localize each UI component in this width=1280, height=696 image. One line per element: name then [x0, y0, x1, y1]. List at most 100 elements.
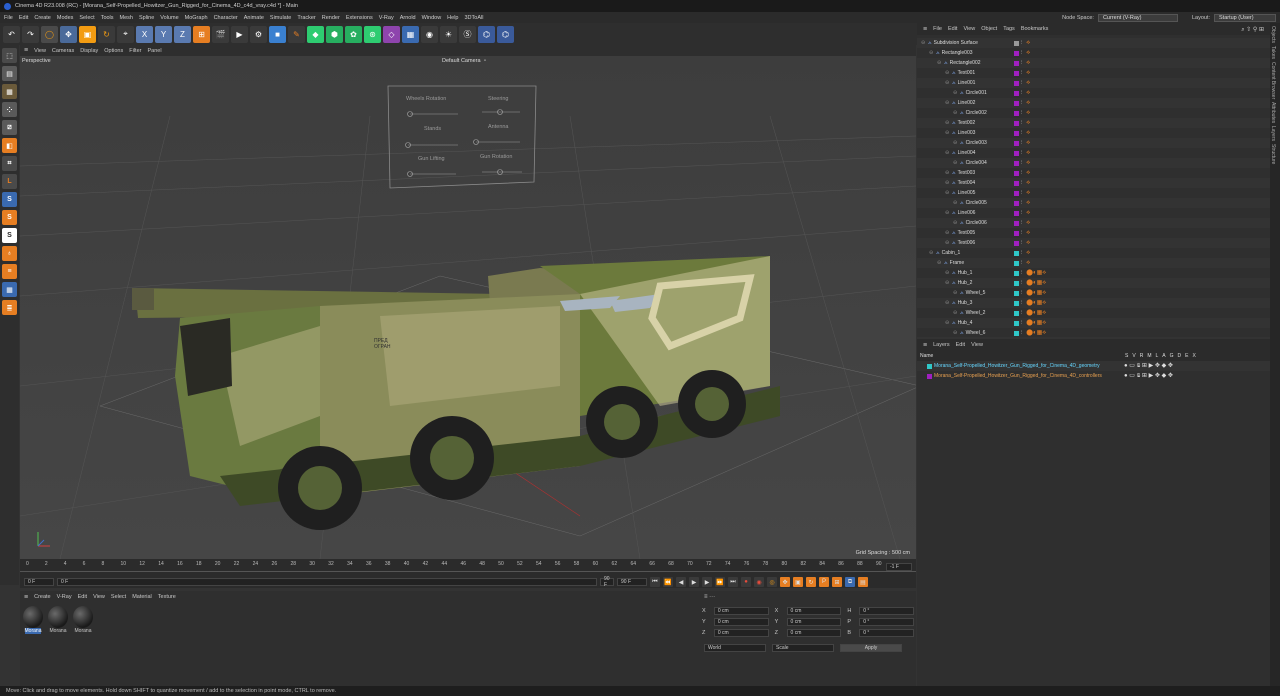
material-menu-v-ray[interactable]: V-Ray: [57, 594, 72, 600]
object-tag-icon[interactable]: ⬤◐▦⟡: [1026, 269, 1046, 277]
layer-flag-icons[interactable]: ● ▭ ⟃ ⊞ ▶ ✥ ◆ ✥: [1124, 372, 1173, 380]
visibility-dots-icon[interactable]: ⁝: [1021, 230, 1023, 236]
layer-color-swatch[interactable]: [1013, 250, 1019, 256]
layer-color-swatch[interactable]: [1013, 170, 1019, 176]
visibility-dots-icon[interactable]: ⁝: [1021, 140, 1023, 146]
viewport-name[interactable]: Perspective: [22, 58, 51, 64]
preview-start-field[interactable]: 0 F: [57, 578, 597, 586]
magnet-icon[interactable]: ♁: [2, 246, 17, 261]
layer-color-swatch[interactable]: [1013, 90, 1019, 96]
object-name[interactable]: Hub_3: [958, 300, 1014, 306]
object-name[interactable]: Line006: [958, 210, 1014, 216]
visibility-dots-icon[interactable]: ⁝: [1021, 290, 1023, 296]
expand-toggle-icon[interactable]: ⊖: [953, 110, 958, 116]
menu-item-file[interactable]: File: [4, 15, 13, 21]
layer-color-swatch[interactable]: [1013, 330, 1019, 336]
x-axis-icon[interactable]: X: [136, 25, 153, 43]
object-tag-icon[interactable]: ⬤◐▦⟡: [1026, 289, 1046, 297]
visibility-dots-icon[interactable]: ⁝: [1021, 240, 1023, 246]
object-row[interactable]: ⊖ ⟑ Line002 ⁝ ⟡: [917, 98, 1270, 108]
object-name[interactable]: Circle004: [966, 160, 1014, 166]
menu-item-select[interactable]: Select: [79, 15, 94, 21]
visibility-dots-icon[interactable]: ⁝: [1021, 220, 1023, 226]
stack-icon[interactable]: ≣: [2, 300, 17, 315]
expand-toggle-icon[interactable]: ⊖: [945, 230, 950, 236]
object-row[interactable]: ⊖ ⟑ Circle001 ⁝ ⟡: [917, 88, 1270, 98]
layer-menu-view[interactable]: View: [971, 342, 983, 348]
object-row[interactable]: ⊖ ⟑ Wheel_5 ⁝ ⬤◐▦⟡: [917, 288, 1270, 298]
axis-mode-icon[interactable]: L: [2, 174, 17, 189]
object-tag-icon[interactable]: ⟡: [1026, 250, 1030, 257]
layer-color-swatch[interactable]: [1013, 120, 1019, 126]
coordinate-value-field[interactable]: 0 °: [859, 606, 915, 615]
object-row[interactable]: ⊖ ⟑ Wheel_6 ⁝ ⬤◐▦⟡: [917, 328, 1270, 338]
layer-color-swatch[interactable]: [1013, 300, 1019, 306]
layer-name[interactable]: Morana_Self-Propelled_Howitzer_Gun_Rigge…: [934, 373, 1124, 379]
material-preview[interactable]: [48, 606, 68, 628]
pen-icon[interactable]: ✎: [288, 25, 305, 43]
rotate-tool-icon[interactable]: ↻: [98, 25, 115, 43]
material-menu-toggle-icon[interactable]: ≡: [24, 594, 28, 601]
layer-row[interactable]: Morana_Self-Propelled_Howitzer_Gun_Rigge…: [917, 371, 1270, 381]
rotation-key-icon[interactable]: ↻: [806, 577, 816, 587]
layer-color-swatch[interactable]: [1013, 180, 1019, 186]
layer-color-swatch[interactable]: [1013, 240, 1019, 246]
object-row[interactable]: ⊖ ⟑ Line003 ⁝ ⟡: [917, 128, 1270, 138]
edges-mode-icon[interactable]: ⧄: [2, 120, 17, 135]
object-row[interactable]: ⊖ ⟑ Circle004 ⁝ ⟡: [917, 158, 1270, 168]
layer-color-swatch[interactable]: [1013, 320, 1019, 326]
z-axis-icon[interactable]: Z: [174, 25, 191, 43]
object-name[interactable]: Rectangle003: [942, 50, 1014, 56]
position-key-icon[interactable]: ✥: [780, 577, 790, 587]
object-name[interactable]: Circle006: [966, 220, 1014, 226]
object-name[interactable]: Circle002: [966, 110, 1014, 116]
object-row[interactable]: ⊖ ⟑ Rectangle003 ⁝ ⟡: [917, 48, 1270, 58]
visibility-dots-icon[interactable]: ⁝: [1021, 40, 1023, 46]
object-tag-icon[interactable]: ⬤◐▦⟡: [1026, 329, 1046, 337]
object-row[interactable]: ⊖ ⟑ Line004 ⁝ ⟡: [917, 148, 1270, 158]
layout-select[interactable]: Startup (User): [1214, 13, 1276, 22]
object-tag-icon[interactable]: ⟡: [1026, 100, 1030, 107]
material-swatch[interactable]: Morana: [72, 606, 94, 634]
expand-toggle-icon[interactable]: ⊖: [953, 290, 958, 296]
extrude-icon[interactable]: ⬢: [326, 25, 343, 43]
coordinates-menu-toggle-icon[interactable]: ≡ ···: [704, 594, 715, 600]
layer-flag-icons[interactable]: ● ▭ ⟃ ⊞ ▶ ✥ ◆ ✥: [1124, 362, 1173, 370]
layer-color-swatch[interactable]: [1013, 160, 1019, 166]
object-row[interactable]: ⊖ ⟑ Hub_1 ⁝ ⬤◐▦⟡: [917, 268, 1270, 278]
material-menu-edit[interactable]: Edit: [78, 594, 87, 600]
timeline-ruler[interactable]: -1 F 0 2 4 6 8 10 12 14 16 18 20 22 24 26 28 30 32 34 36 38…: [20, 559, 916, 576]
menu-item-edit[interactable]: Edit: [19, 15, 28, 21]
layer-menu-edit[interactable]: Edit: [956, 342, 965, 348]
visibility-dots-icon[interactable]: ⁝: [1021, 50, 1023, 56]
object-tag-icon[interactable]: ⬤◐▦⟡: [1026, 299, 1046, 307]
material-swatch[interactable]: Morana: [22, 606, 44, 634]
object-tag-icon[interactable]: ⟡: [1026, 120, 1030, 127]
object-menu-file[interactable]: File: [933, 26, 942, 32]
menu-item-mograph[interactable]: MoGraph: [185, 15, 208, 21]
layer-row[interactable]: Morana_Self-Propelled_Howitzer_Gun_Rigge…: [917, 361, 1270, 371]
material-menu-view[interactable]: View: [93, 594, 105, 600]
visibility-dots-icon[interactable]: ⁝: [1021, 170, 1023, 176]
object-name[interactable]: Line005: [958, 190, 1014, 196]
menu-item-simulate[interactable]: Simulate: [270, 15, 291, 21]
visibility-dots-icon[interactable]: ⁝: [1021, 110, 1023, 116]
viewport-menu-toggle-icon[interactable]: ≡: [24, 47, 28, 54]
visibility-dots-icon[interactable]: ⁝: [1021, 80, 1023, 86]
object-tag-icon[interactable]: ⟡: [1026, 170, 1030, 177]
side-tab-layers[interactable]: Layers: [1270, 126, 1276, 141]
uv-mode-icon[interactable]: ⌗: [2, 156, 17, 171]
expand-toggle-icon[interactable]: ⊖: [945, 100, 950, 106]
expand-toggle-icon[interactable]: ⊖: [953, 140, 958, 146]
layer-color-swatch[interactable]: [927, 363, 932, 369]
visibility-dots-icon[interactable]: ⁝: [1021, 150, 1023, 156]
material-name[interactable]: Morana: [50, 628, 67, 634]
layer-color-swatch[interactable]: [1013, 310, 1019, 316]
object-name[interactable]: Circle003: [966, 140, 1014, 146]
object-row[interactable]: ⊖ ⟑ Frame ⁝ ⟡: [917, 258, 1270, 268]
expand-toggle-icon[interactable]: ⊖: [937, 260, 942, 266]
object-name[interactable]: Circle001: [966, 90, 1014, 96]
current-frame-field[interactable]: -1 F: [886, 563, 912, 571]
expand-toggle-icon[interactable]: ⊖: [953, 90, 958, 96]
material-swatch[interactable]: Morana: [47, 606, 69, 634]
